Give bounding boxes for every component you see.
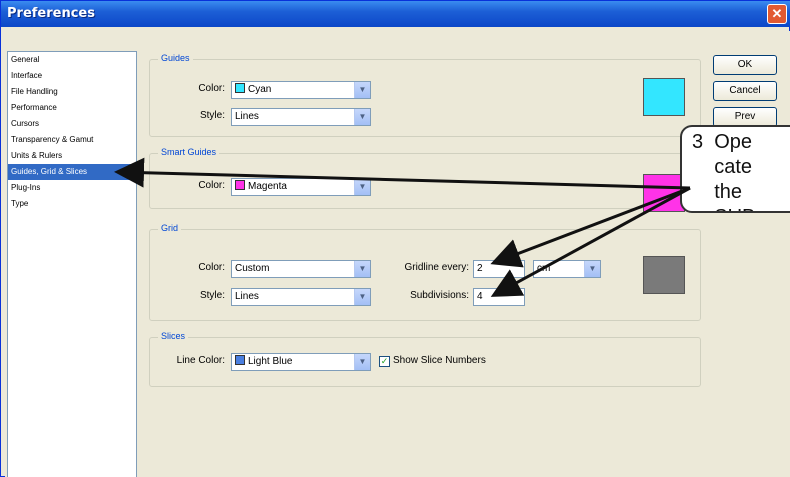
smart-guides-color-label: Color: xyxy=(198,180,225,191)
sidebar-item-performance[interactable]: Performance xyxy=(8,100,136,116)
slices-line-color-select[interactable]: Light Blue ▼ xyxy=(231,353,371,371)
close-button[interactable]: ✕ xyxy=(767,4,787,24)
dialog-body: General Interface File Handling Performa… xyxy=(5,31,790,477)
callout-line-3: the xyxy=(692,181,743,203)
slices-line-color-label: Line Color: xyxy=(176,355,225,366)
sidebar-item-cursors[interactable]: Cursors xyxy=(8,116,136,132)
chevron-down-icon[interactable]: ▼ xyxy=(584,261,600,277)
sidebar-item-file-handling[interactable]: File Handling xyxy=(8,84,136,100)
guides-color-label: Color: xyxy=(198,83,225,94)
slices-title: Slices xyxy=(158,331,189,341)
sidebar-item-units-rulers[interactable]: Units & Rulers xyxy=(8,148,136,164)
slices-line-color-value: Light Blue xyxy=(248,356,293,367)
guides-color-preview[interactable] xyxy=(643,78,685,116)
guides-style-label: Style: xyxy=(199,110,225,121)
chevron-down-icon[interactable]: ▼ xyxy=(354,82,370,98)
grid-color-preview[interactable] xyxy=(643,256,685,294)
cyan-swatch-icon xyxy=(235,83,245,93)
callout-line-4: SUB xyxy=(692,205,790,211)
show-slice-numbers-label[interactable]: Show Slice Numbers xyxy=(393,355,486,366)
instruction-callout: 3 Ope cate the SUB xyxy=(680,125,790,213)
gridline-every-label: Gridline every: xyxy=(404,262,469,273)
cancel-button[interactable]: Cancel xyxy=(713,81,777,101)
window-title: Preferences xyxy=(7,6,95,21)
guides-style-value: Lines xyxy=(235,111,259,122)
callout-line-2: cate xyxy=(692,156,753,178)
prev-button[interactable]: Prev xyxy=(713,107,777,127)
gridline-every-input[interactable]: 2 xyxy=(473,260,525,278)
sidebar-item-transparency[interactable]: Transparency & Gamut xyxy=(8,132,136,148)
sidebar-item-plugins[interactable]: Plug-Ins xyxy=(8,180,136,196)
chevron-down-icon[interactable]: ▼ xyxy=(354,109,370,125)
gridline-unit-value: cm xyxy=(537,263,551,274)
guides-title: Guides xyxy=(158,53,193,63)
light-blue-swatch-icon xyxy=(235,355,245,365)
grid-style-label: Style: xyxy=(199,290,225,301)
chevron-down-icon[interactable]: ▼ xyxy=(354,354,370,370)
sidebar-item-type[interactable]: Type xyxy=(8,196,136,212)
guides-style-select[interactable]: Lines ▼ xyxy=(231,108,371,126)
chevron-down-icon[interactable]: ▼ xyxy=(354,179,370,195)
magenta-swatch-icon xyxy=(235,180,245,190)
smart-guides-color-select[interactable]: Magenta ▼ xyxy=(231,178,371,196)
smart-guides-color-preview[interactable] xyxy=(643,174,685,212)
title-bar[interactable]: Preferences ✕ xyxy=(1,1,790,27)
chevron-down-icon[interactable]: ▼ xyxy=(354,261,370,277)
grid-title: Grid xyxy=(158,223,182,233)
show-slice-numbers-checkbox[interactable]: ✓ xyxy=(379,356,390,367)
smart-guides-title: Smart Guides xyxy=(158,147,220,157)
guides-color-value: Cyan xyxy=(248,84,272,95)
smart-guides-color-value: Magenta xyxy=(248,181,287,192)
grid-style-value: Lines xyxy=(235,291,259,302)
sidebar-item-guides-grid-slices[interactable]: Guides, Grid & Slices xyxy=(8,164,136,180)
preferences-dialog: Preferences ✕ General Interface File Han… xyxy=(0,0,790,477)
gridline-unit-select[interactable]: cm ▼ xyxy=(533,260,601,278)
callout-line-1: 3 Ope xyxy=(692,131,753,153)
sidebar-item-interface[interactable]: Interface xyxy=(8,68,136,84)
ok-button[interactable]: OK xyxy=(713,55,777,75)
category-list[interactable]: General Interface File Handling Performa… xyxy=(7,51,137,477)
subdivisions-input[interactable]: 4 xyxy=(473,288,525,306)
grid-color-value: Custom xyxy=(235,263,270,274)
chevron-down-icon[interactable]: ▼ xyxy=(354,289,370,305)
guides-color-select[interactable]: Cyan ▼ xyxy=(231,81,371,99)
subdivisions-label: Subdivisions: xyxy=(410,290,469,301)
grid-color-select[interactable]: Custom ▼ xyxy=(231,260,371,278)
sidebar-item-general[interactable]: General xyxy=(8,52,136,68)
grid-style-select[interactable]: Lines ▼ xyxy=(231,288,371,306)
grid-color-label: Color: xyxy=(198,262,225,273)
